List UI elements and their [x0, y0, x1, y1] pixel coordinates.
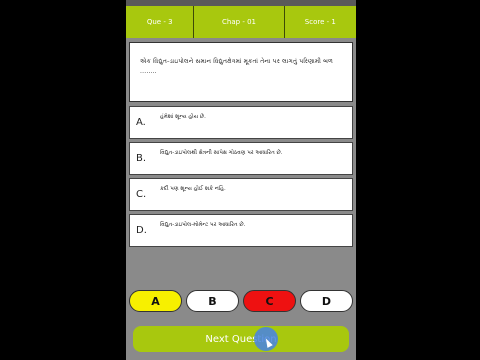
option-letter: A.: [136, 117, 146, 128]
answer-button-c[interactable]: C: [243, 290, 296, 312]
question-text: એક વિદ્યુત-ડાઇપોલને સમાન વિદ્યુતક્ષેત્રમ…: [140, 58, 334, 75]
option-c[interactable]: C. કદી પણ શૂન્ય હોઈ શકે નહિ.: [129, 178, 353, 211]
chapter-label: Chap - 01: [194, 6, 285, 38]
answer-button-d[interactable]: D: [300, 290, 353, 312]
question-number: Que - 3: [126, 6, 195, 38]
option-letter: C.: [136, 189, 147, 200]
header-bar: Que - 3 Chap - 01 Score - 1: [126, 6, 356, 38]
option-letter: B.: [136, 153, 147, 164]
option-text: વિદ્યુત-ડાઇપોલથી ક્ષેત્રની સાપેક્ષ ગોઠવણ…: [160, 150, 283, 156]
option-text: વિદ્યુત-ડાઇપોલ-મોમેન્ટ પર આધારિત છે.: [160, 222, 246, 228]
option-text: કદી પણ શૂન્ય હોઈ શકે નહિ.: [160, 186, 226, 192]
option-a[interactable]: A. હંમેશાં શૂન્ય હોય છે.: [129, 106, 353, 139]
option-text: હંમેશાં શૂન્ય હોય છે.: [160, 114, 206, 120]
answer-button-a[interactable]: A: [129, 290, 182, 312]
next-question-button[interactable]: Next Question: [133, 326, 349, 352]
answer-button-b[interactable]: B: [186, 290, 239, 312]
option-d[interactable]: D. વિદ્યુત-ડાઇપોલ-મોમેન્ટ પર આધારિત છે.: [129, 214, 353, 247]
score-label: Score - 1: [304, 18, 336, 26]
option-letter: D.: [136, 225, 147, 236]
question-card: એક વિદ્યુત-ડાઇપોલને સમાન વિદ્યુતક્ષેત્રમ…: [129, 42, 353, 102]
answer-buttons: A B C D: [126, 290, 356, 316]
quiz-app: Que - 3 Chap - 01 Score - 1 એક વિદ્યુત-ડ…: [126, 0, 356, 360]
option-b[interactable]: B. વિદ્યુત-ડાઇપોલથી ક્ષેત્રની સાપેક્ષ ગો…: [129, 142, 353, 175]
